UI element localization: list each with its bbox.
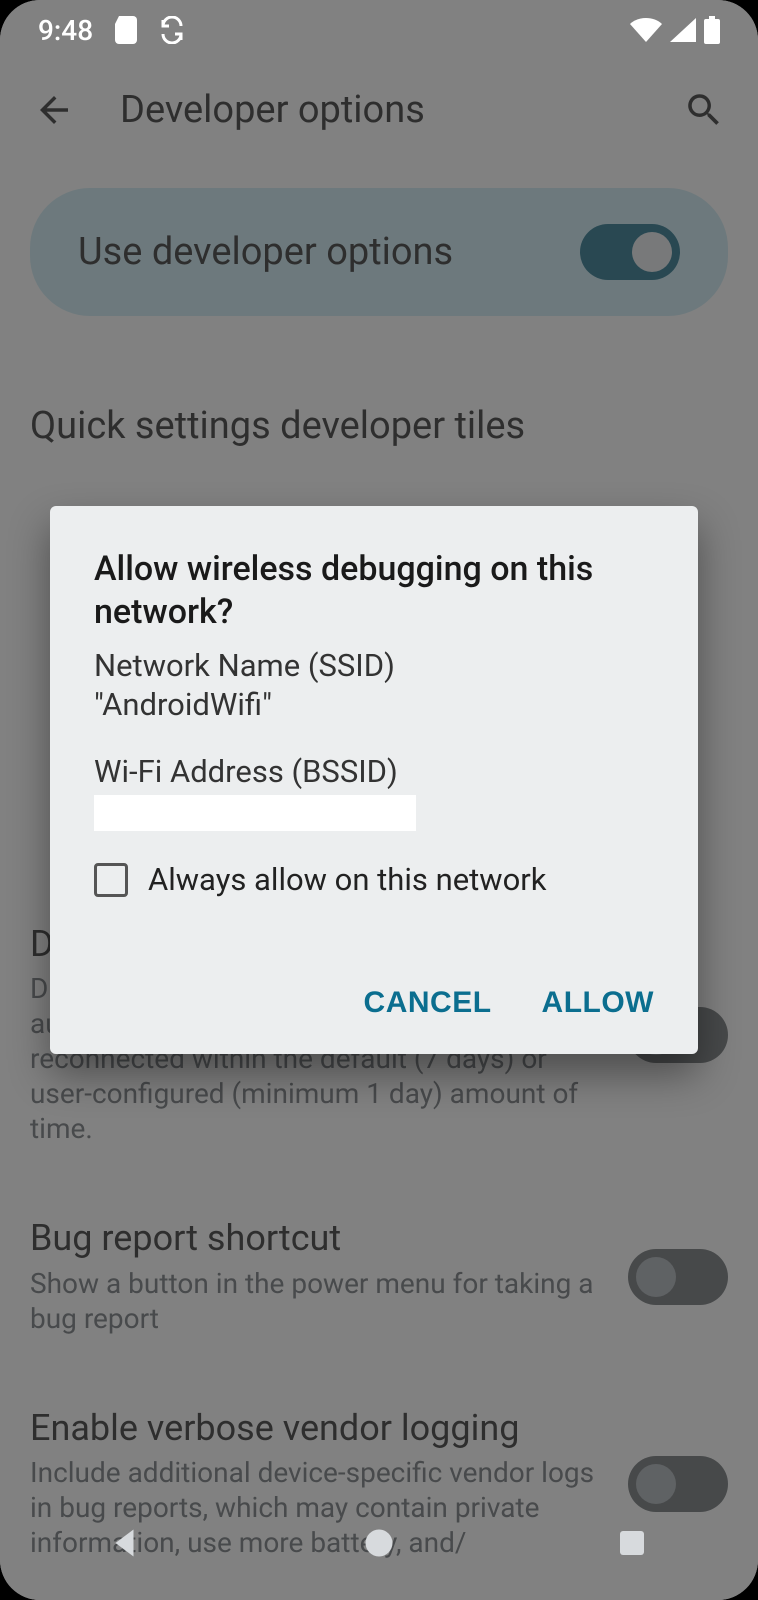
sync-icon xyxy=(159,16,185,44)
battery-icon xyxy=(704,16,720,44)
bssid-label: Wi-Fi Address (BSSID) xyxy=(94,753,654,792)
ssid-value: "AndroidWifi" xyxy=(94,686,654,725)
dialog-title: Allow wireless debugging on this network… xyxy=(94,548,654,633)
nav-home-icon[interactable] xyxy=(361,1525,397,1565)
ssid-label: Network Name (SSID) xyxy=(94,647,654,686)
allow-button[interactable]: ALLOW xyxy=(542,986,654,1020)
status-bar-overlay: 9:48 xyxy=(0,0,758,60)
navigation-bar xyxy=(0,1490,758,1600)
nav-back-icon[interactable] xyxy=(108,1525,144,1565)
status-time: 9:48 xyxy=(38,14,93,47)
always-allow-label: Always allow on this network xyxy=(148,861,546,898)
always-allow-checkbox[interactable] xyxy=(94,863,128,897)
wifi-icon xyxy=(630,18,662,42)
always-allow-row[interactable]: Always allow on this network xyxy=(94,861,654,898)
sd-card-icon xyxy=(115,16,137,44)
bssid-value-redacted xyxy=(94,795,416,831)
nav-recents-icon[interactable] xyxy=(614,1525,650,1565)
cancel-button[interactable]: CANCEL xyxy=(364,986,492,1020)
wireless-debug-dialog: Allow wireless debugging on this network… xyxy=(50,506,698,1054)
cell-signal-icon xyxy=(670,18,696,42)
